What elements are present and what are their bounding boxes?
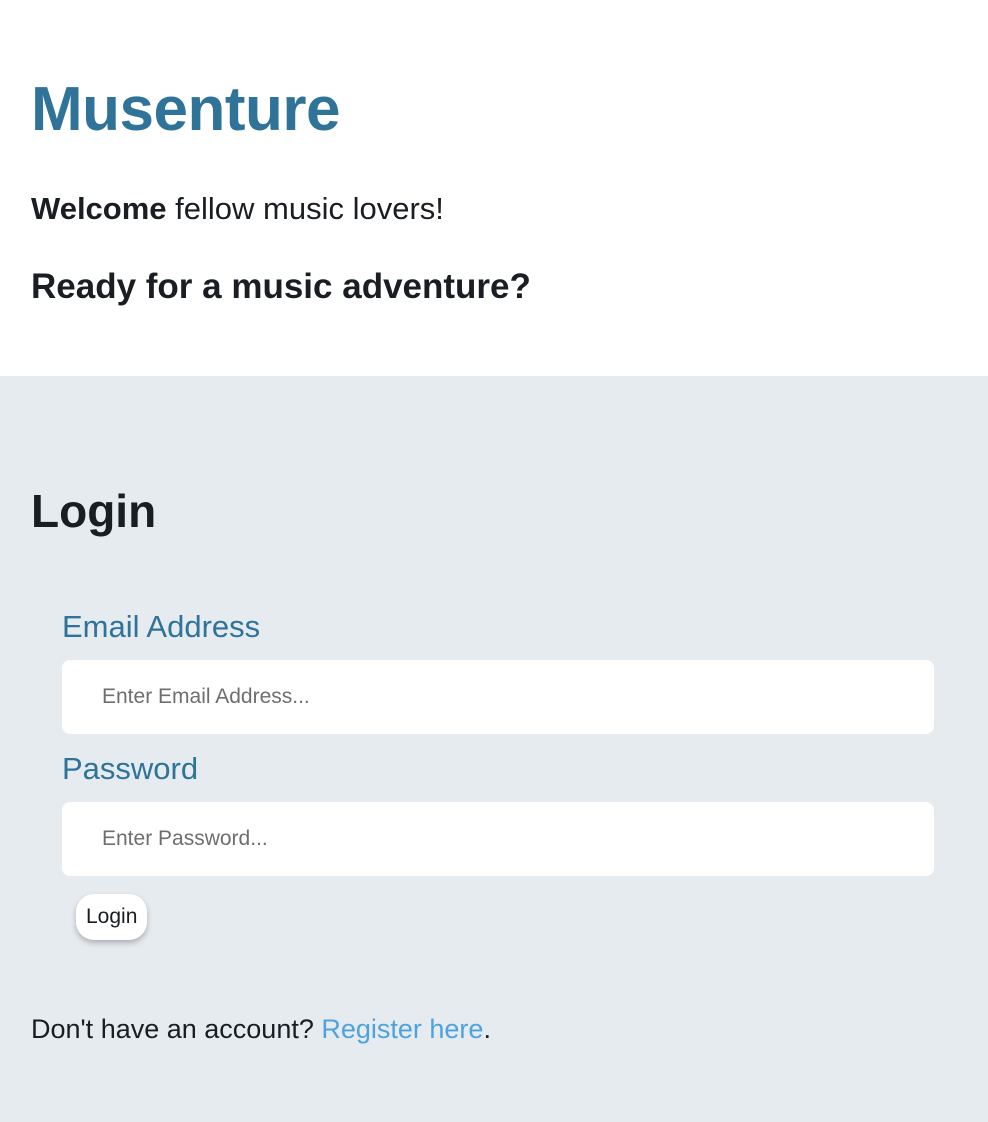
login-section: Login Email Address Password Login Don't… xyxy=(0,376,988,1122)
register-link[interactable]: Register here xyxy=(321,1014,483,1044)
register-prompt: Don't have an account? Register here. xyxy=(31,1012,491,1046)
welcome-message: Welcome fellow music lovers! xyxy=(31,190,444,228)
app-title: Musenture xyxy=(31,75,340,144)
email-input[interactable] xyxy=(62,660,934,734)
password-label: Password xyxy=(62,751,199,786)
welcome-bold: Welcome xyxy=(31,191,167,226)
hero-section: Musenture Welcome fellow music lovers! R… xyxy=(0,0,988,376)
login-button[interactable]: Login xyxy=(76,894,148,940)
email-label: Email Address xyxy=(62,609,261,644)
welcome-text: fellow music lovers! xyxy=(166,191,444,226)
tagline: Ready for a music adventure? xyxy=(31,267,531,306)
password-input[interactable] xyxy=(62,802,934,876)
login-heading: Login xyxy=(31,485,157,537)
register-prompt-text: Don't have an account? xyxy=(31,1014,322,1044)
register-suffix: . xyxy=(483,1014,491,1044)
